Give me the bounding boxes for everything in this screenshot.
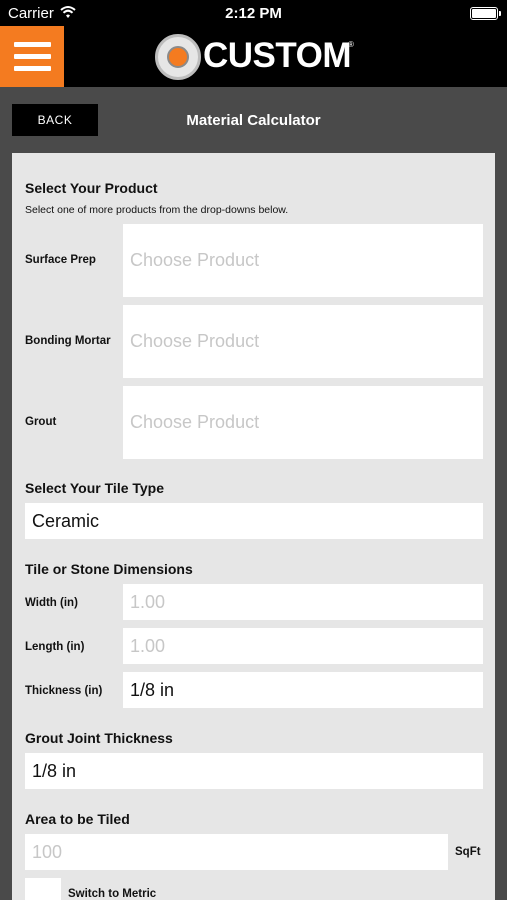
page-title: Material Calculator [186,112,321,129]
tile-type-select[interactable]: Ceramic [25,503,483,539]
thickness-label: Thickness (in) [25,685,103,697]
area-unit-label: SqFt [455,846,481,858]
surface-prep-placeholder: Choose Product [130,250,260,270]
width-placeholder: 1.00 [130,592,166,612]
length-input[interactable]: 1.00 [123,628,483,664]
hamburger-menu-icon[interactable] [0,26,64,87]
logo-wordmark: CUSTOM [203,36,352,75]
metric-toggle[interactable] [25,878,61,900]
product-section-subtitle: Select one of more products from the dro… [25,204,289,216]
logo-registered-mark: ® [348,40,354,49]
app-header: CUSTOM ® [0,26,507,87]
area-placeholder: 100 [32,842,63,862]
battery-icon [470,7,501,20]
tile-type-value: Ceramic [32,511,100,531]
product-section-title: Select Your Product [25,180,158,196]
status-time: 2:12 PM [225,5,282,22]
width-input[interactable]: 1.00 [123,584,483,620]
surface-prep-select[interactable]: Choose Product [123,224,483,297]
grout-placeholder: Choose Product [130,412,260,432]
length-placeholder: 1.00 [130,636,166,656]
area-input[interactable]: 100 [25,834,448,870]
grout-joint-value: 1/8 in [32,761,77,781]
thickness-value: 1/8 in [130,680,175,700]
grout-label: Grout [25,416,57,428]
bonding-mortar-placeholder: Choose Product [130,331,260,351]
bonding-mortar-select[interactable]: Choose Product [123,305,483,378]
width-label: Width (in) [25,597,78,609]
grout-joint-select[interactable]: 1/8 in [25,753,483,789]
grout-joint-title: Grout Joint Thickness [25,730,173,746]
status-bar: Carrier 2:12 PM [0,0,507,26]
tile-type-title: Select Your Tile Type [25,480,165,496]
grout-select[interactable]: Choose Product [123,386,483,459]
nav-bar: BACK Material Calculator [0,87,507,153]
dimensions-title: Tile or Stone Dimensions [25,561,193,577]
bonding-mortar-label: Bonding Mortar [25,335,111,347]
metric-toggle-label: Switch to Metric [68,888,157,900]
surface-prep-label: Surface Prep [25,254,96,266]
logo-seal-icon [155,34,201,80]
thickness-select[interactable]: 1/8 in [123,672,483,708]
length-label: Length (in) [25,641,85,653]
custom-logo: CUSTOM ® [155,34,355,80]
area-title: Area to be Tiled [25,811,130,827]
